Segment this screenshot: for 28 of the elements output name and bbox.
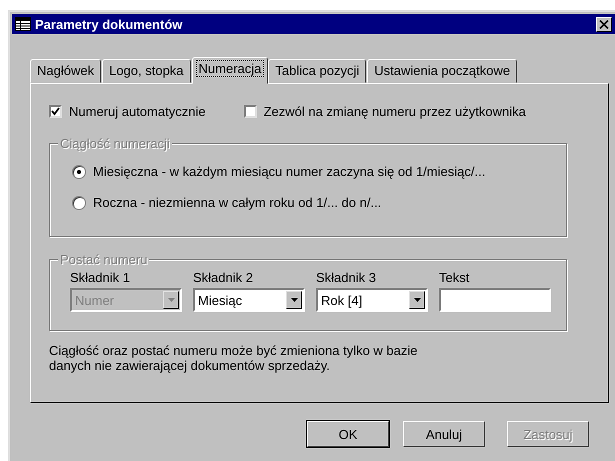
close-icon xyxy=(599,20,609,28)
field-label: Składnik 2 xyxy=(193,270,254,285)
checkbox[interactable] xyxy=(49,105,62,118)
window-title: Parametry dokumentów xyxy=(35,16,184,32)
field-label: Składnik 3 xyxy=(316,270,377,285)
group-legend: Postać numeru xyxy=(58,252,150,267)
tab[interactable]: Tablica pozycji xyxy=(268,59,366,83)
note-text: Ciągłość oraz postać numeru może być zmieniona tylko w bazie danych nie zawierającej dokumentów sprzedaży. xyxy=(49,343,419,373)
tab[interactable]: Numeracja xyxy=(192,57,268,84)
close-button[interactable] xyxy=(596,16,612,32)
dialog-button[interactable]: Anuluj xyxy=(403,421,485,447)
tab[interactable]: Nagłówek xyxy=(30,59,102,83)
tab[interactable]: Ustawienia początkowe xyxy=(367,59,518,83)
checkbox-label: Numeruj automatycznie xyxy=(69,104,206,119)
checkbox[interactable] xyxy=(244,105,257,118)
dropdown-arrow-icon xyxy=(168,298,174,302)
table-icon xyxy=(15,17,31,31)
dropdown-arrow-icon xyxy=(414,298,420,302)
radio-label: Roczna - niezmienna w całym roku od 1/... do n/... xyxy=(93,195,382,210)
dropdown-arrow-icon xyxy=(290,298,298,302)
checkbox-label: Zezwól na zmianę numeru przez użytkownika xyxy=(264,104,526,119)
field-label: Tekst xyxy=(439,270,470,285)
field-label: Składnik 1 xyxy=(70,270,131,285)
group-legend: Ciągłość numeracji xyxy=(58,136,172,151)
tab[interactable]: Logo, stopka xyxy=(102,59,191,83)
radio-label: Miesięczna - w każdym miesiącu numer zaczyna się od 1/miesiąc/... xyxy=(93,164,486,179)
dialog-button[interactable]: OK xyxy=(307,421,389,447)
text-field[interactable] xyxy=(439,288,551,312)
